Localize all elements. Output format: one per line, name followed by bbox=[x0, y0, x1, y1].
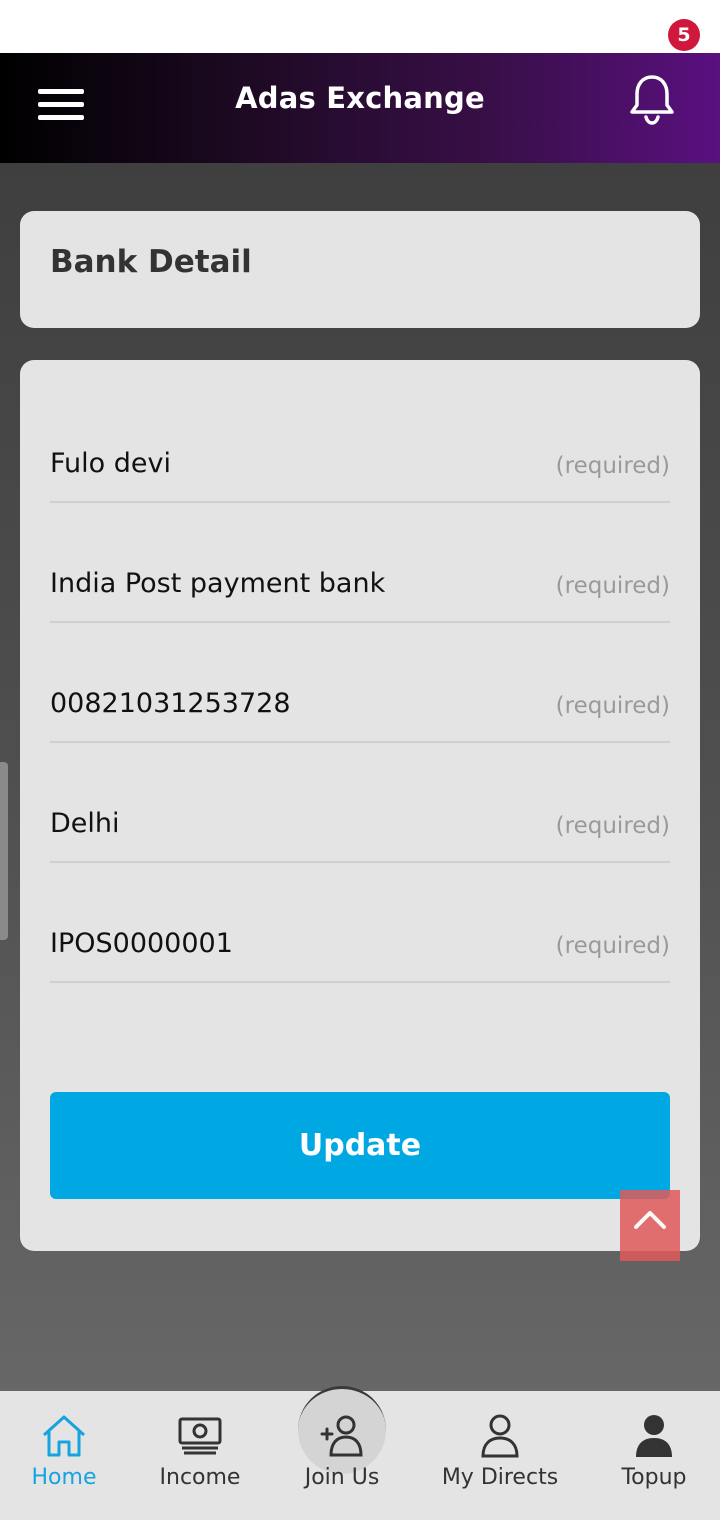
chevron-up-icon bbox=[634, 1211, 666, 1229]
bell-icon[interactable] bbox=[628, 73, 678, 127]
nav-label-topup: Topup bbox=[621, 1465, 687, 1490]
ifsc-code-field[interactable]: IPOS0000001 (required) bbox=[50, 863, 670, 983]
nav-label-my-directs: My Directs bbox=[441, 1465, 559, 1490]
nav-item-home[interactable]: Home bbox=[18, 1391, 110, 1520]
app-header: Adas Exchange bbox=[0, 53, 720, 163]
bank-detail-form: Fulo devi (required) India Post payment … bbox=[20, 360, 700, 1251]
notification-badge: 5 bbox=[668, 19, 700, 51]
nav-label-home: Home bbox=[31, 1465, 97, 1490]
scroll-to-top-button[interactable] bbox=[620, 1190, 680, 1261]
required-hint: (required) bbox=[555, 813, 670, 839]
page-title: Bank Detail bbox=[50, 244, 252, 280]
bank-name-value: India Post payment bank bbox=[50, 568, 386, 599]
account-number-field[interactable]: 00821031253728 (required) bbox=[50, 623, 670, 743]
update-button[interactable]: Update bbox=[50, 1092, 670, 1199]
cash-icon bbox=[178, 1417, 222, 1455]
nav-item-my-directs[interactable]: My Directs bbox=[436, 1391, 564, 1520]
status-bar bbox=[0, 0, 720, 53]
bottom-navigation: Home Income Join Us My Directs Topup bbox=[0, 1386, 720, 1520]
bank-name-field[interactable]: India Post payment bank (required) bbox=[50, 503, 670, 623]
required-hint: (required) bbox=[555, 573, 670, 599]
ifsc-code-value: IPOS0000001 bbox=[50, 928, 233, 959]
user-filled-icon bbox=[636, 1415, 672, 1457]
account-holder-name-field[interactable]: Fulo devi (required) bbox=[50, 383, 670, 503]
page-title-card: Bank Detail bbox=[20, 211, 700, 328]
required-hint: (required) bbox=[555, 693, 670, 719]
add-user-icon bbox=[320, 1415, 363, 1457]
branch-field[interactable]: Delhi (required) bbox=[50, 743, 670, 863]
app-title: Adas Exchange bbox=[235, 81, 485, 115]
side-drawer-handle[interactable] bbox=[0, 762, 8, 940]
required-hint: (required) bbox=[555, 933, 670, 959]
account-holder-name-value: Fulo devi bbox=[50, 448, 171, 479]
nav-label-income: Income bbox=[159, 1465, 241, 1490]
nav-item-join-us[interactable]: Join Us bbox=[292, 1391, 392, 1520]
nav-item-topup[interactable]: Topup bbox=[610, 1391, 698, 1520]
required-hint: (required) bbox=[555, 453, 670, 479]
account-number-value: 00821031253728 bbox=[50, 688, 291, 719]
home-icon bbox=[42, 1415, 86, 1457]
branch-value: Delhi bbox=[50, 808, 120, 839]
user-outline-icon bbox=[481, 1414, 519, 1458]
nav-label-join-us: Join Us bbox=[304, 1465, 380, 1490]
nav-item-income[interactable]: Income bbox=[148, 1391, 252, 1520]
